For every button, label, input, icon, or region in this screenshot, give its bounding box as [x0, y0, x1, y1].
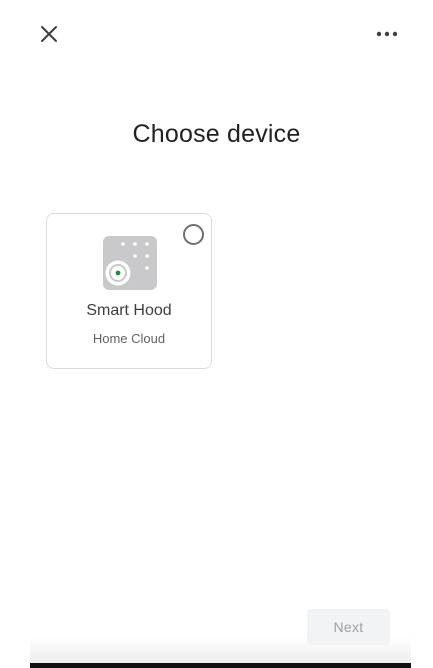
device-provider: Home Cloud: [92, 331, 166, 346]
more-horizontal-icon: [376, 31, 398, 37]
page-title: Choose device: [132, 120, 301, 148]
bottom-edge-divider: [30, 663, 411, 668]
close-icon: [41, 26, 57, 42]
more-options-button[interactable]: [370, 19, 404, 49]
next-button[interactable]: Next: [307, 609, 390, 645]
device-select-radio[interactable]: [183, 224, 204, 245]
smart-hood-device-icon: [103, 236, 157, 290]
device-card-smart-hood[interactable]: Smart Hood Home Cloud: [46, 213, 212, 369]
close-button[interactable]: [34, 19, 64, 49]
top-app-bar: [0, 0, 433, 66]
device-name: Smart Hood: [86, 302, 172, 319]
